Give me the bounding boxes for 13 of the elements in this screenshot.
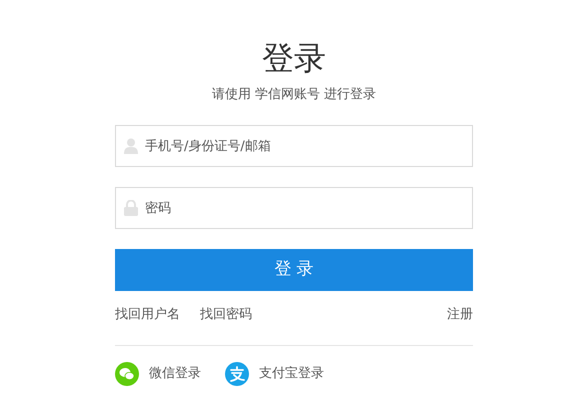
page-title: 登录 (262, 38, 326, 78)
recovery-link[interactable]: 找回用户名 (115, 305, 180, 325)
input-field[interactable]: 手机号/身份证号/邮箱 (115, 125, 473, 167)
social-login-link[interactable]: 支付宝登录 (259, 364, 324, 384)
login-button[interactable]: 登 录 (115, 249, 473, 291)
register-link[interactable]: 注册 (447, 305, 473, 325)
recovery-link[interactable]: 找回密码 (200, 305, 252, 325)
chat-bubbles-icon (115, 362, 139, 386)
social-login-link[interactable]: 微信登录 (149, 364, 201, 384)
person-icon (124, 138, 138, 154)
input-field[interactable]: 密码 (115, 187, 473, 229)
lock-icon (124, 200, 138, 216)
subtitle: 请使用 学信网账号 进行登录 (212, 86, 376, 104)
